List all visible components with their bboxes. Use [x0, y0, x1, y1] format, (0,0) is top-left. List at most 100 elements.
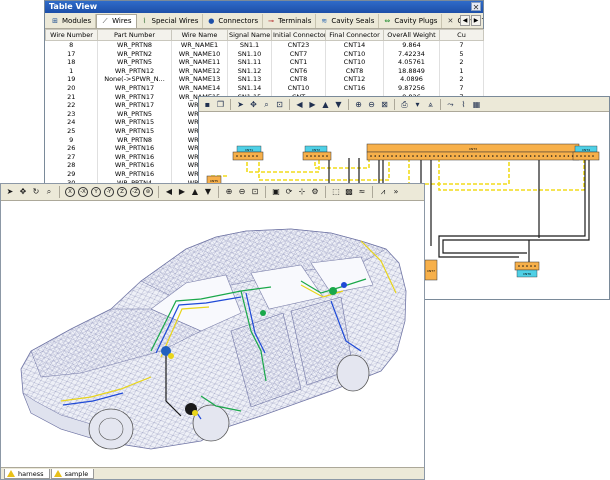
column-header[interactable]: Final Connector: [325, 29, 384, 41]
more-icon[interactable]: »: [390, 186, 402, 198]
zoom-icon[interactable]: ⌕: [43, 186, 55, 198]
table-cell: CNT10: [325, 49, 384, 59]
table-row[interactable]: 18 WR_PRTN5 WR_NAME11 SN1.11 CNT1 CNT10 4.0576…: [45, 58, 484, 67]
pin: [517, 155, 519, 157]
schematic-toolbar: ▪ ❐ ➤ ✥ ⌕ ⊡ ◀ ▶ ▲ ▼ ⊕ ⊖ ⊠ ⎙ ▾ ⩓ ⤳ ⌇ ▦: [199, 97, 609, 112]
display-mode-icon[interactable]: ▣: [270, 186, 282, 198]
wire-highlight-icon[interactable]: ≈: [356, 186, 368, 198]
zoom-in-icon[interactable]: ⊕: [353, 99, 364, 110]
table-view-titlebar[interactable]: Table View ✕: [45, 1, 483, 13]
view-z-icon[interactable]: Z: [117, 187, 127, 197]
tab-connectors[interactable]: ● Connectors: [203, 13, 264, 28]
tab-sample[interactable]: sample: [50, 469, 95, 479]
pin: [559, 155, 561, 157]
zoom-out-icon[interactable]: ⊖: [366, 99, 377, 110]
zoom-out-icon[interactable]: ⊖: [236, 186, 248, 198]
move-icon[interactable]: ✥: [17, 186, 29, 198]
harness-color-icon[interactable]: ▩: [343, 186, 355, 198]
arrow-right-icon[interactable]: ▶: [307, 99, 318, 110]
axis-icon[interactable]: ⊹: [296, 186, 308, 198]
dropdown-icon[interactable]: ▾: [412, 99, 423, 110]
view-iso-icon[interactable]: ⊛: [143, 187, 153, 197]
table-row[interactable]: 1 WR_PRTN12 WR_NAME12 SN1.12 CNT6 CNT8 18.8849…: [45, 66, 484, 76]
select-part-icon[interactable]: ⬚: [330, 186, 342, 198]
zoom-in-icon[interactable]: ⊕: [223, 186, 235, 198]
table-cell: 7: [439, 40, 484, 50]
connector-cnt6[interactable]: CNT6: [514, 261, 540, 278]
arrow-up-icon[interactable]: ▲: [320, 99, 331, 110]
table-row[interactable]: 8 WR_PRTN8 WR_NAME1 SN1.1 CNT23 CNT14 9.864 7: [45, 40, 484, 50]
tab-wires[interactable]: ⟋ Wires: [96, 13, 137, 28]
arrow-right-icon[interactable]: ▶: [176, 186, 188, 198]
graph-icon[interactable]: ⩘: [377, 186, 389, 198]
column-header[interactable]: Initial Connector: [271, 29, 326, 41]
column-header[interactable]: Cu: [439, 29, 484, 41]
arrow-down-icon[interactable]: ▼: [333, 99, 344, 110]
pin: [252, 155, 254, 157]
zoom-icon[interactable]: ⌕: [261, 99, 272, 110]
rotate-axis-icon[interactable]: ⟳: [283, 186, 295, 198]
pin: [318, 155, 320, 157]
connector-cnt4[interactable]: CNT4: [572, 145, 600, 161]
view-z-neg-icon[interactable]: -Z: [130, 187, 140, 197]
table-row[interactable]: 20 WR_PRTN17 WR_NAME14 SN1.14 CNT10 CNT16 9.87…: [45, 83, 484, 93]
connector-cnt7[interactable]: CNT7: [424, 259, 438, 281]
column-header[interactable]: OverAll Weight: [383, 29, 440, 41]
move-icon[interactable]: ✥: [248, 99, 259, 110]
print-icon[interactable]: ⎙: [399, 99, 410, 110]
view-y-neg-icon[interactable]: -Y: [104, 187, 114, 197]
tab-label: sample: [64, 469, 89, 478]
arrow-left-icon[interactable]: ◀: [163, 186, 175, 198]
table-cell: WR_NAME13: [171, 75, 228, 84]
special-wires-icon: ⌇: [142, 16, 147, 25]
table-row[interactable]: 17 WR_PRTN2 WR_NAME10 SN1.10 CNT7 CNT10 7.4223…: [45, 49, 484, 59]
scroll-left-icon[interactable]: ◀: [460, 15, 470, 26]
filter-icon[interactable]: ⩓: [425, 99, 436, 110]
pin: [445, 155, 448, 157]
arrow-down-icon[interactable]: ▼: [202, 186, 214, 198]
connector-cnt1[interactable]: CNT1: [232, 145, 264, 161]
cavity-plug-icon: ⇔: [384, 16, 391, 25]
column-header[interactable]: Part Number: [97, 29, 172, 41]
table-row[interactable]: 19 None(->SPWR_N... WR_NAME13 SN1.13 CNT8 CNT…: [45, 75, 484, 84]
rotate-icon[interactable]: ↻: [30, 186, 42, 198]
tab-special-wires[interactable]: ⌇ Special Wires: [137, 13, 204, 28]
save-icon[interactable]: ▪: [202, 99, 213, 110]
select-arrow-icon[interactable]: ➤: [235, 99, 246, 110]
tab-harness[interactable]: harness: [4, 469, 50, 479]
view-x-icon[interactable]: X: [65, 187, 75, 197]
view-y-icon[interactable]: Y: [91, 187, 101, 197]
scroll-right-icon[interactable]: ▶: [471, 15, 481, 26]
tab-cavity-plugs[interactable]: ⇔ Cavity Plugs: [379, 13, 443, 28]
connector-cnt2[interactable]: CNT2: [302, 145, 332, 161]
zoom-window-icon[interactable]: ⊡: [274, 99, 285, 110]
table-cell: 19: [45, 75, 98, 84]
fit-all-icon[interactable]: ⊡: [249, 186, 261, 198]
wire-tool-icon[interactable]: ⌇: [458, 99, 469, 110]
grid-icon[interactable]: ▦: [471, 99, 482, 110]
settings-icon[interactable]: ⚙: [309, 186, 321, 198]
arrow-up-icon[interactable]: ▲: [189, 186, 201, 198]
arrow-left-icon[interactable]: ◀: [294, 99, 305, 110]
fit-icon[interactable]: ⊠: [379, 99, 390, 110]
table-cell: WR_PRTN16: [97, 161, 172, 170]
column-header[interactable]: Signal Name: [227, 29, 272, 41]
table-cell: 1: [439, 66, 484, 76]
copy-icon[interactable]: ❐: [215, 99, 226, 110]
table-cell: CNT8: [271, 75, 326, 84]
view-x-neg-icon[interactable]: -X: [78, 187, 88, 197]
pin: [483, 155, 486, 157]
tab-terminals[interactable]: ⊸ Terminals: [263, 13, 317, 28]
tab-cavity-seals[interactable]: ≋ Cavity Seals: [316, 13, 380, 28]
connector-cnt3[interactable]: CNT3: [366, 143, 580, 161]
column-header[interactable]: Wire Number: [45, 29, 98, 41]
car-3d-viewport[interactable]: [1, 201, 424, 467]
route-icon[interactable]: ⤳: [445, 99, 456, 110]
tab-modules[interactable]: ⊞ Modules: [47, 13, 97, 28]
cavity-terminal-icon: ✕: [447, 16, 454, 25]
view3d-window[interactable]: ➤ ✥ ↻ ⌕ X -X Y -Y Z -Z ⊛ ◀ ▶ ▲ ▼ ⊕ ⊖ ⊡ ▣ ⟳ ⊹ ⚙ ⬚ ▩ ≈ ⩘»: [0, 183, 425, 480]
select-arrow-icon[interactable]: ➤: [4, 186, 16, 198]
table-cell: WR_PRTN8: [97, 40, 172, 50]
column-header[interactable]: Wire Name: [171, 29, 228, 41]
close-icon[interactable]: ✕: [471, 2, 481, 12]
